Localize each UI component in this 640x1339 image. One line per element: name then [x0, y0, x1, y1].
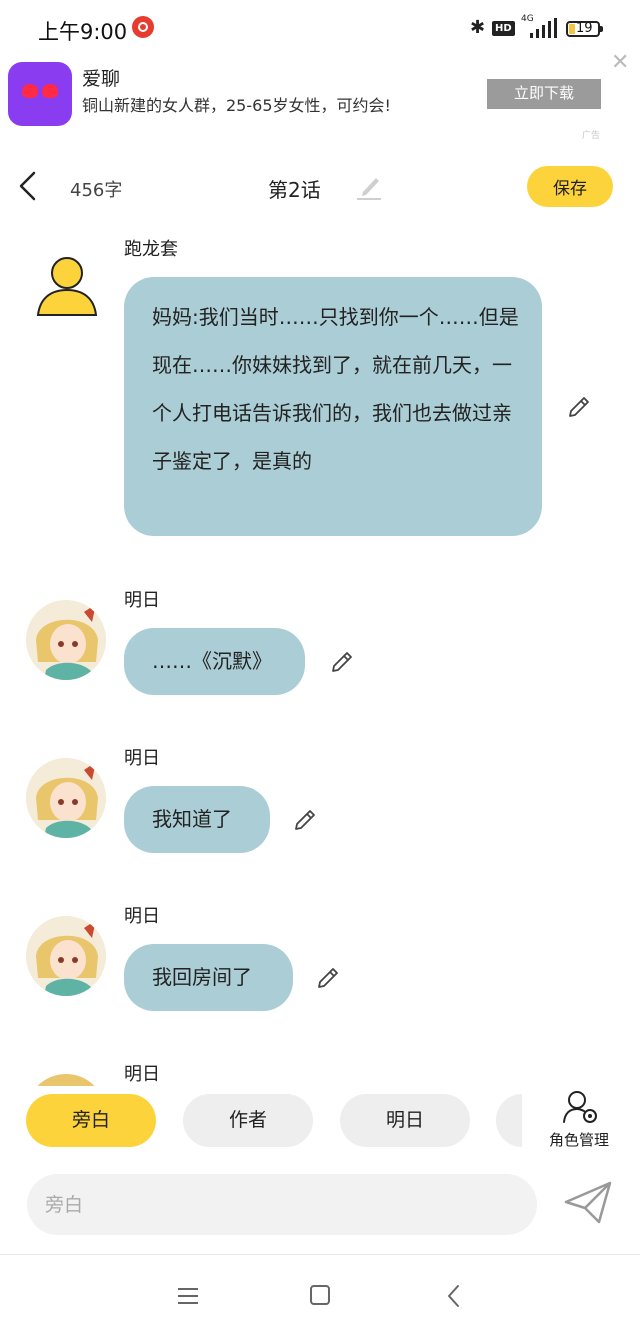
back-nav-icon[interactable] — [444, 1284, 464, 1308]
hd-badge: HD — [492, 21, 515, 36]
ad-close-icon[interactable]: ✕ — [611, 52, 629, 74]
message-sender: 明日 — [124, 590, 160, 611]
message-sender: 跑龙套 — [124, 239, 178, 260]
message-sender: 明日 — [124, 1064, 160, 1085]
message-sender: 明日 — [124, 748, 160, 769]
ad-download-button[interactable]: 立即下载 — [487, 79, 601, 109]
word-count: 456字 — [70, 180, 123, 201]
send-icon[interactable] — [563, 1180, 613, 1226]
status-time: 上午9:00 — [38, 20, 128, 44]
battery-percent: 19 — [576, 21, 593, 36]
message-bubble[interactable]: ……《沉默》 — [124, 628, 305, 695]
role-manage-icon[interactable] — [562, 1090, 600, 1126]
battery-icon: 19 — [566, 21, 603, 37]
back-arrow-icon[interactable] — [16, 171, 40, 201]
bluetooth-icon: ✱ — [470, 17, 486, 38]
default-avatar-icon[interactable] — [36, 254, 98, 318]
home-nav-icon[interactable] — [310, 1285, 330, 1305]
music-app-icon — [132, 16, 154, 38]
edit-message-icon[interactable] — [329, 649, 355, 675]
chapter-title: 第2话 — [268, 178, 321, 202]
battery-level — [569, 24, 575, 34]
role-chip-narrator[interactable]: 旁白 — [26, 1094, 156, 1147]
message-bubble[interactable]: 我知道了 — [124, 786, 270, 853]
message-sender: 明日 — [124, 906, 160, 927]
ad-description[interactable]: 铜山新建的女人群，25-65岁女性，可约会! — [82, 92, 391, 116]
character-avatar[interactable] — [26, 758, 106, 838]
save-button[interactable]: 保存 — [527, 166, 613, 207]
character-avatar[interactable] — [26, 600, 106, 680]
character-avatar[interactable] — [26, 916, 106, 996]
ad-app-name[interactable]: 爱聊 — [82, 64, 120, 91]
message-input[interactable] — [27, 1174, 537, 1235]
ad-tag: 广告 — [582, 131, 601, 141]
ad-app-icon[interactable] — [8, 62, 72, 126]
message-bubble[interactable]: 妈妈:我们当时……只找到你一个……但是现在……你妹妹找到了，就在前几天，一个人打… — [124, 277, 542, 536]
message-bubble[interactable]: 我回房间了 — [124, 944, 293, 1011]
role-chip-author[interactable]: 作者 — [183, 1094, 313, 1147]
role-chip-more[interactable] — [496, 1094, 522, 1147]
edit-message-icon[interactable] — [566, 394, 592, 420]
signal-icon — [530, 18, 558, 38]
edit-title-icon[interactable] — [355, 171, 383, 201]
divider — [0, 1254, 640, 1255]
role-manage-label[interactable]: 角色管理 — [549, 1129, 609, 1150]
role-chip-mingri[interactable]: 明日 — [340, 1094, 470, 1147]
edit-message-icon[interactable] — [292, 807, 318, 833]
menu-nav-icon[interactable] — [177, 1286, 199, 1306]
character-avatar[interactable] — [26, 1074, 106, 1086]
edit-message-icon[interactable] — [315, 965, 341, 991]
